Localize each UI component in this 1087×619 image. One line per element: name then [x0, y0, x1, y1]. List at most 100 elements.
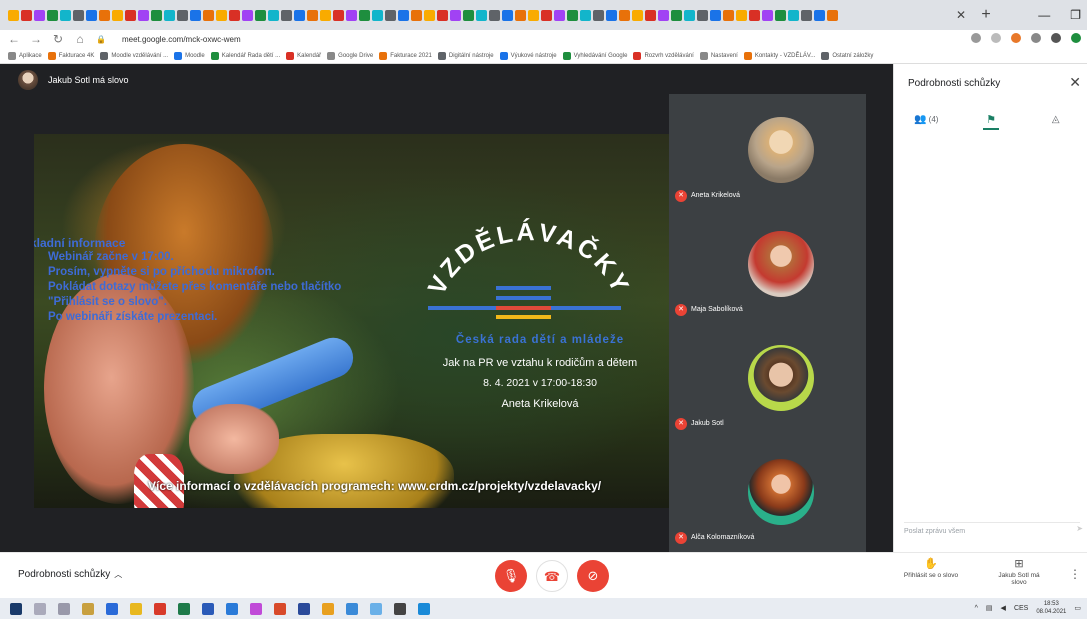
app-icon[interactable] [298, 602, 310, 615]
file-explorer-icon[interactable] [82, 602, 94, 615]
participant-tile[interactable]: ✕ Aneta Krikelová [669, 94, 866, 208]
tab-favicon-icon[interactable] [775, 9, 786, 21]
app-icon[interactable] [106, 602, 118, 615]
tab-favicon-icon[interactable] [34, 9, 45, 21]
tab-favicon-icon[interactable] [528, 9, 539, 21]
close-tab-icon[interactable]: ✕ [954, 8, 968, 22]
tab-favicon-icon[interactable] [86, 9, 97, 21]
tab-favicon-icon[interactable] [424, 9, 435, 21]
tray-chevron-icon[interactable]: ^ [975, 605, 978, 612]
hangup-button[interactable]: ☎ [536, 560, 568, 592]
reload-icon[interactable]: ↻ [52, 32, 64, 46]
tab-favicon-icon[interactable] [814, 9, 825, 21]
bookmark-item[interactable]: Google Drive [327, 51, 373, 60]
bookmark-item[interactable]: Aplikace [8, 51, 42, 60]
excel-icon[interactable] [178, 602, 190, 615]
tab-favicon-icon[interactable] [827, 9, 838, 21]
send-icon[interactable]: ➤ [1076, 524, 1083, 533]
extension-icon[interactable] [1011, 33, 1021, 43]
tab-favicon-icon[interactable] [645, 9, 656, 21]
tab-favicon-icon[interactable] [788, 9, 799, 21]
bookmark-item[interactable]: Ostatní záložky [821, 51, 873, 60]
bookmark-item[interactable]: Fakturace 4K [47, 51, 94, 60]
camera-toggle-button[interactable]: ⊘ [577, 560, 609, 592]
language-indicator[interactable]: CES [1014, 605, 1028, 612]
tab-favicon-icon[interactable] [437, 9, 448, 21]
app-icon[interactable] [274, 602, 286, 615]
tab-favicon-icon[interactable] [73, 9, 84, 21]
tab-favicon-icon[interactable] [229, 9, 240, 21]
tab-favicon-icon[interactable] [177, 9, 188, 21]
tab-favicon-icon[interactable] [60, 9, 71, 21]
app-icon[interactable] [226, 602, 238, 615]
bookmark-item[interactable]: Fakturace 2021 [379, 51, 432, 60]
bookmark-item[interactable]: Rozvrh vzdělávání [633, 51, 694, 60]
network-icon[interactable]: ▤ [986, 604, 993, 612]
url-field[interactable]: meet.google.com/mck-oxwc-wem [122, 35, 241, 44]
mic-toggle-button[interactable]: 🎙 [495, 560, 527, 592]
tab-people[interactable]: 👥 (4) [894, 108, 959, 130]
edge-icon[interactable] [418, 602, 430, 615]
home-icon[interactable]: ⌂ [74, 32, 86, 46]
chat-message-input[interactable]: Poslat zprávu všem [904, 522, 1080, 540]
tab-favicon-icon[interactable] [359, 9, 370, 21]
clock[interactable]: 18:53 08.04.2021 [1036, 600, 1066, 616]
tab-favicon-icon[interactable] [684, 9, 695, 21]
tab-favicon-icon[interactable] [762, 9, 773, 21]
bookmark-item[interactable]: Vyhledávání Google [562, 51, 627, 60]
app-icon[interactable] [130, 602, 142, 615]
tab-favicon-icon[interactable] [151, 9, 162, 21]
bookmark-item[interactable]: Kalendář [286, 51, 321, 60]
tab-favicon-icon[interactable] [242, 9, 253, 21]
bookmark-item[interactable]: Digitální nástroje [437, 51, 494, 60]
volume-icon[interactable]: ◀ [1001, 604, 1006, 612]
tab-activities[interactable]: ◬ [1023, 108, 1087, 130]
tab-favicon-icon[interactable] [346, 9, 357, 21]
participant-tile[interactable]: ✕ Jakub Sotl [669, 322, 866, 436]
bookmark-item[interactable]: Kalendář Rada dětí ... [210, 51, 280, 60]
bookmark-item[interactable]: Výukové nástroje [499, 51, 557, 60]
bookmark-item[interactable]: Moodle [174, 51, 205, 60]
tab-favicon-icon[interactable] [463, 9, 474, 21]
tab-favicon-icon[interactable] [47, 9, 58, 21]
close-panel-icon[interactable]: ✕ [1069, 74, 1081, 91]
raise-hand-button[interactable]: ✋ Přihlásit se o slovo [903, 557, 959, 579]
tab-favicon-icon[interactable] [580, 9, 591, 21]
tab-favicon-icon[interactable] [385, 9, 396, 21]
tab-favicon-icon[interactable] [333, 9, 344, 21]
tab-favicon-icon[interactable] [489, 9, 500, 21]
tab-favicon-icon[interactable] [294, 9, 305, 21]
tab-favicon-icon[interactable] [372, 9, 383, 21]
tab-favicon-icon[interactable] [190, 9, 201, 21]
start-icon[interactable] [10, 602, 22, 615]
camera-icon[interactable] [971, 33, 981, 43]
tab-favicon-icon[interactable] [125, 9, 136, 21]
tab-favicon-icon[interactable] [619, 9, 630, 21]
tab-favicon-icon[interactable] [723, 9, 734, 21]
tab-favicon-icon[interactable] [255, 9, 266, 21]
tab-favicon-icon[interactable] [268, 9, 279, 21]
bookmark-item[interactable]: Kontakty - VZDĚLÁV... [743, 51, 815, 60]
tab-favicon-icon[interactable] [281, 9, 292, 21]
tab-favicon-icon[interactable] [658, 9, 669, 21]
participant-tile[interactable]: ✕ Maja Sabolíková [669, 208, 866, 322]
tab-favicon-icon[interactable] [450, 9, 461, 21]
tab-favicon-icon[interactable] [21, 9, 32, 21]
tab-favicon-icon[interactable] [320, 9, 331, 21]
tab-favicon-icon[interactable] [710, 9, 721, 21]
search-icon[interactable] [34, 602, 46, 615]
bookmark-item[interactable]: Moodle vzdělávání ... [100, 51, 168, 60]
app-icon[interactable] [346, 602, 358, 615]
tab-favicon-icon[interactable] [99, 9, 110, 21]
tab-favicon-icon[interactable] [411, 9, 422, 21]
tab-favicon-icon[interactable] [749, 9, 760, 21]
app-icon[interactable] [250, 602, 262, 615]
tab-favicon-icon[interactable] [8, 9, 19, 21]
tab-favicon-icon[interactable] [593, 9, 604, 21]
forward-icon[interactable]: → [30, 32, 42, 46]
tab-favicon-icon[interactable] [216, 9, 227, 21]
tab-favicon-icon[interactable] [502, 9, 513, 21]
bookmark-item[interactable]: Nastavení [699, 51, 738, 60]
tab-favicon-icon[interactable] [138, 9, 149, 21]
maximize-icon[interactable]: ❐ [1070, 8, 1081, 22]
